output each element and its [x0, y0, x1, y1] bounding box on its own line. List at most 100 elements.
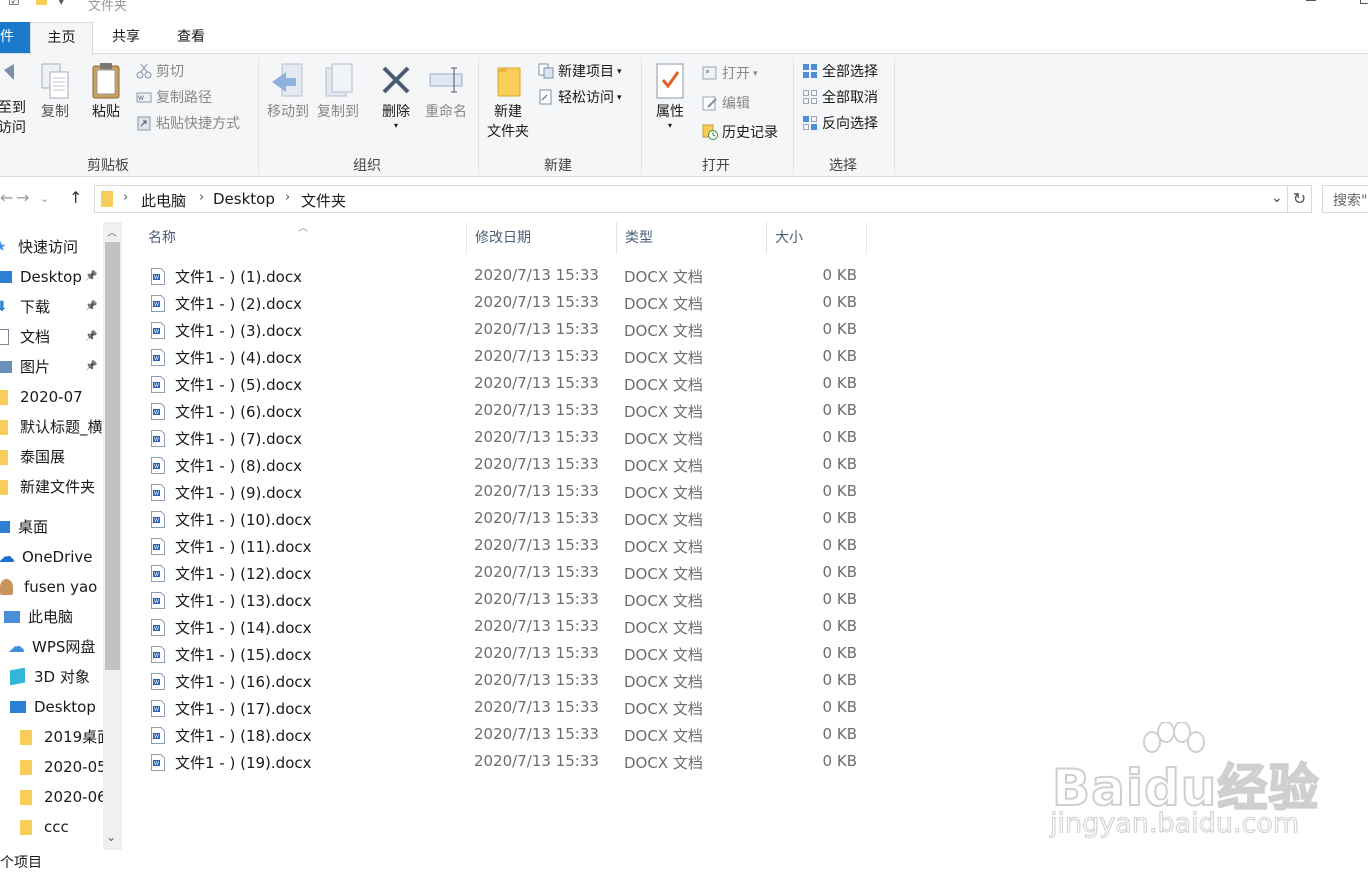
- file-row[interactable]: W 文件1 - ) (14).docx 2020/7/13 15:33 DOCX 文档…: [148, 614, 868, 641]
- nav-item[interactable]: 3D 对象: [0, 662, 103, 692]
- new-folder-button[interactable]: 新建 文件夹: [482, 62, 534, 142]
- copy-button[interactable]: 复制: [36, 62, 74, 122]
- nav-scrollbar[interactable]: ︿ ⌄: [103, 222, 122, 850]
- move-to-button[interactable]: 移动到: [264, 62, 312, 122]
- delete-caret-icon[interactable]: ▾: [374, 122, 418, 130]
- refresh-button[interactable]: ↻: [1288, 185, 1312, 213]
- nav-item[interactable]: ☁ WPS网盘: [0, 632, 103, 662]
- back-arrow-icon[interactable]: ←: [0, 188, 13, 207]
- forward-arrow-icon[interactable]: →: [16, 188, 29, 207]
- open-button[interactable]: 打开 ▾: [702, 63, 758, 85]
- nav-item[interactable]: 文档 📌: [0, 322, 103, 352]
- file-row[interactable]: W 文件1 - ) (6).docx 2020/7/13 15:33 DOCX 文档 0…: [148, 398, 868, 425]
- nav-item[interactable]: Desktop 📌: [0, 262, 103, 292]
- recent-dropdown-icon[interactable]: ⌄: [40, 192, 49, 205]
- file-row[interactable]: W 文件1 - ) (13).docx 2020/7/13 15:33 DOCX 文档…: [148, 587, 868, 614]
- nav-item[interactable]: ☁ OneDrive: [0, 542, 103, 572]
- address-bar[interactable]: › 此电脑 › Desktop › 文件夹 ⌄: [94, 185, 1288, 213]
- nav-item[interactable]: 桌面: [0, 512, 103, 542]
- nav-item[interactable]: ccc: [0, 812, 103, 842]
- pin-icon[interactable]: 📌: [85, 262, 97, 292]
- breadcrumb-folder[interactable]: 文件夹: [301, 190, 346, 211]
- file-name: 文件1 - ) (14).docx: [175, 619, 312, 637]
- scroll-up-icon[interactable]: ︿: [107, 224, 117, 239]
- file-row[interactable]: W 文件1 - ) (11).docx 2020/7/13 15:33 DOCX 文档…: [148, 533, 868, 560]
- edit-button[interactable]: 编辑: [702, 93, 750, 115]
- nav-item[interactable]: 2019桌面: [0, 722, 103, 752]
- select-none-button[interactable]: 全部取消: [802, 87, 878, 109]
- rename-button[interactable]: 重命名: [420, 62, 472, 122]
- nav-item[interactable]: fusen yao: [0, 572, 103, 602]
- paste-button[interactable]: 粘贴: [86, 62, 126, 122]
- copy-path-icon: W: [136, 89, 152, 105]
- nav-item[interactable]: Desktop: [0, 692, 103, 722]
- customize-quick-access-icon[interactable]: ▾: [58, 0, 65, 9]
- column-size[interactable]: 大小: [767, 222, 867, 254]
- file-row[interactable]: W 文件1 - ) (17).docx 2020/7/13 15:33 DOCX 文档…: [148, 695, 868, 722]
- pin-to-quick-access-button[interactable]: 至到 访问: [0, 62, 30, 138]
- select-all-button[interactable]: 全部选择: [802, 61, 878, 83]
- tab-home[interactable]: 主页: [30, 22, 93, 55]
- file-row[interactable]: W 文件1 - ) (2).docx 2020/7/13 15:33 DOCX 文档 0…: [148, 290, 868, 317]
- new-item-button[interactable]: 新建项目 ▾: [538, 61, 622, 83]
- copy-to-button[interactable]: 复制到: [314, 62, 362, 122]
- nav-item[interactable]: 新建文件夹: [0, 472, 103, 502]
- delete-button[interactable]: 删除 ▾: [374, 62, 418, 130]
- tab-view[interactable]: 查看: [161, 22, 221, 54]
- properties-caret-icon[interactable]: ▾: [648, 122, 692, 130]
- nav-item[interactable]: 默认标题_横: [0, 412, 103, 442]
- up-arrow-icon[interactable]: ↑: [69, 188, 82, 207]
- folder-icon[interactable]: [36, 0, 47, 9]
- easy-access-button[interactable]: 轻松访问 ▾: [538, 87, 622, 109]
- file-row[interactable]: W 文件1 - ) (19).docx 2020/7/13 15:33 DOCX 文档…: [148, 749, 868, 776]
- pin-icon[interactable]: 📌: [85, 322, 97, 352]
- maximize-button[interactable]: [1360, 0, 1368, 4]
- file-row[interactable]: W 文件1 - ) (15).docx 2020/7/13 15:33 DOCX 文档…: [148, 641, 868, 668]
- history-button[interactable]: 历史记录: [702, 122, 778, 144]
- file-row[interactable]: W 文件1 - ) (10).docx 2020/7/13 15:33 DOCX 文档…: [148, 506, 868, 533]
- search-input[interactable]: 搜索": [1322, 185, 1368, 213]
- chevron-right-icon[interactable]: ›: [199, 190, 204, 205]
- chevron-right-icon[interactable]: ›: [123, 190, 128, 205]
- file-row[interactable]: W 文件1 - ) (3).docx 2020/7/13 15:33 DOCX 文档 0…: [148, 317, 868, 344]
- delete-label: 删除: [382, 104, 410, 120]
- breadcrumb-desktop[interactable]: Desktop: [213, 190, 275, 208]
- scrollbar-thumb[interactable]: [105, 242, 120, 670]
- nav-item[interactable]: 此电脑: [0, 602, 103, 632]
- file-row[interactable]: W 文件1 - ) (9).docx 2020/7/13 15:33 DOCX 文档 0…: [148, 479, 868, 506]
- copy-path-button[interactable]: W 复制路径: [136, 87, 212, 109]
- file-row[interactable]: W 文件1 - ) (8).docx 2020/7/13 15:33 DOCX 文档 0…: [148, 452, 868, 479]
- column-type[interactable]: 类型: [617, 222, 767, 254]
- file-row[interactable]: W 文件1 - ) (5).docx 2020/7/13 15:33 DOCX 文档 0…: [148, 371, 868, 398]
- nav-item[interactable]: ★ 快速访问: [0, 232, 103, 262]
- nav-item[interactable]: 图片 📌: [0, 352, 103, 382]
- invert-selection-button[interactable]: 反向选择: [802, 113, 878, 135]
- tab-share[interactable]: 共享: [96, 22, 156, 54]
- file-row[interactable]: W 文件1 - ) (18).docx 2020/7/13 15:33 DOCX 文档…: [148, 722, 868, 749]
- file-row[interactable]: W 文件1 - ) (4).docx 2020/7/13 15:33 DOCX 文档 0…: [148, 344, 868, 371]
- pin-icon[interactable]: 📌: [85, 292, 97, 322]
- minimize-button[interactable]: [1306, 0, 1316, 1]
- pin-icon[interactable]: 📌: [85, 352, 97, 382]
- file-row[interactable]: W 文件1 - ) (16).docx 2020/7/13 15:33 DOCX 文档…: [148, 668, 868, 695]
- nav-item[interactable]: 2020-05: [0, 752, 103, 782]
- file-row[interactable]: W 文件1 - ) (1).docx 2020/7/13 15:33 DOCX 文档 0…: [148, 263, 868, 290]
- file-row[interactable]: W 文件1 - ) (7).docx 2020/7/13 15:33 DOCX 文档 0…: [148, 425, 868, 452]
- scroll-down-icon[interactable]: ⌄: [106, 830, 116, 844]
- paste-shortcut-button[interactable]: 粘贴快捷方式: [136, 113, 240, 135]
- tab-file[interactable]: 件: [0, 22, 30, 54]
- folder-icon: [0, 480, 8, 495]
- column-date[interactable]: 修改日期: [467, 222, 617, 254]
- breadcrumb-this-pc[interactable]: 此电脑: [141, 190, 186, 211]
- dropdown-caret-icon: ▾: [753, 69, 758, 79]
- chevron-down-icon[interactable]: ⌄: [1271, 190, 1283, 206]
- nav-item[interactable]: ⬇ 下载 📌: [0, 292, 103, 322]
- nav-item[interactable]: 泰国展: [0, 442, 103, 472]
- chevron-right-icon[interactable]: ›: [285, 190, 290, 205]
- file-row[interactable]: W 文件1 - ) (12).docx 2020/7/13 15:33 DOCX 文档…: [148, 560, 868, 587]
- cut-button[interactable]: 剪切: [136, 61, 184, 83]
- nav-item[interactable]: 2020-07: [0, 382, 103, 412]
- nav-item[interactable]: 2020-06: [0, 782, 103, 812]
- checkmark-icon[interactable]: ☑: [8, 0, 20, 9]
- properties-button[interactable]: 属性 ▾: [648, 62, 692, 130]
